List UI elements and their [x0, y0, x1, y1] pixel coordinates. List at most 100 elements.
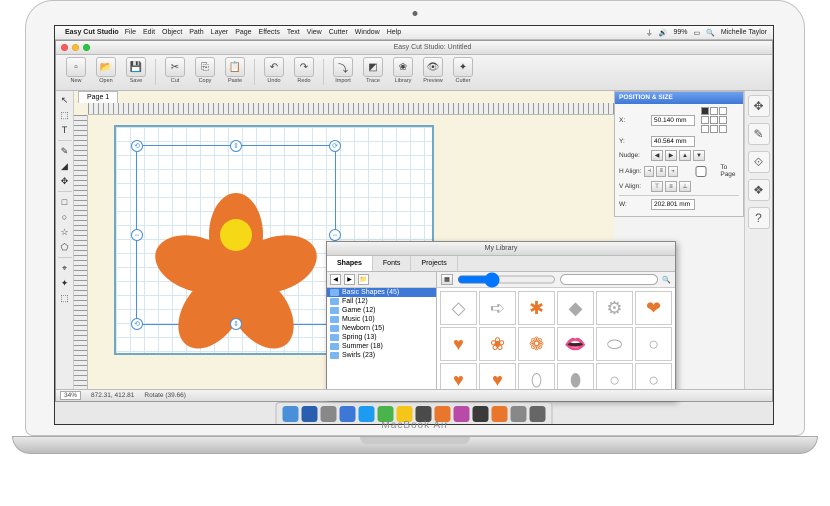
tool-11[interactable]: ⬠: [58, 240, 72, 254]
lib-folder[interactable]: Spring (13): [327, 333, 436, 342]
battery-icon[interactable]: ▭: [693, 29, 700, 37]
lib-newfolder-button[interactable]: 📁: [358, 274, 369, 285]
y-input[interactable]: [651, 136, 695, 147]
dock-app-10[interactable]: [473, 406, 489, 422]
halign-center-button[interactable]: ≡: [656, 166, 666, 177]
lib-shape[interactable]: ♥: [440, 327, 477, 361]
handle-rotate-tl[interactable]: ⟲: [131, 140, 143, 152]
lib-folder[interactable]: Basic Shapes (45): [327, 288, 436, 297]
menu-edit[interactable]: Edit: [143, 29, 155, 36]
menu-help[interactable]: Help: [387, 29, 401, 36]
lib-shape[interactable]: ⚙: [596, 291, 633, 325]
menu-window[interactable]: Window: [355, 29, 380, 36]
zoom-level[interactable]: 34%: [60, 391, 81, 400]
menu-page[interactable]: Page: [235, 29, 251, 36]
lib-shape[interactable]: ⬭: [596, 327, 633, 361]
halign-left-button[interactable]: ⫞: [644, 166, 654, 177]
undo-button[interactable]: ↶Undo: [260, 57, 288, 84]
rightdock-4[interactable]: ?: [748, 207, 770, 229]
copy-button[interactable]: ⎘Copy: [191, 57, 219, 84]
lib-shape[interactable]: ✱: [518, 291, 555, 325]
halign-right-button[interactable]: ⫟: [668, 166, 678, 177]
x-input[interactable]: [651, 115, 695, 126]
menubar-user[interactable]: Michelle Taylor: [721, 29, 767, 36]
menu-effects[interactable]: Effects: [259, 29, 280, 36]
menu-object[interactable]: Object: [162, 29, 182, 36]
tool-2[interactable]: T: [58, 123, 72, 137]
dock-app-9[interactable]: [454, 406, 470, 422]
library-button[interactable]: ❀Library: [389, 57, 417, 84]
rightdock-2[interactable]: ⟐: [748, 151, 770, 173]
anchor-grid[interactable]: [701, 107, 727, 133]
cut-button[interactable]: ✂Cut: [161, 57, 189, 84]
rightdock-1[interactable]: ✎: [748, 123, 770, 145]
cutter-button[interactable]: ✦Cutter: [449, 57, 477, 84]
dock-app-0[interactable]: [283, 406, 299, 422]
menu-view[interactable]: View: [307, 29, 322, 36]
lib-shape[interactable]: 👄: [557, 327, 594, 361]
save-button[interactable]: 💾Save: [122, 57, 150, 84]
tool-0[interactable]: ↖: [58, 93, 72, 107]
tool-5[interactable]: ◢: [58, 159, 72, 173]
menu-text[interactable]: Text: [287, 29, 300, 36]
rightdock-3[interactable]: ❖: [748, 179, 770, 201]
tool-1[interactable]: ⬚: [58, 108, 72, 122]
tool-4[interactable]: ✎: [58, 144, 72, 158]
library-dialog[interactable]: My Library ShapesFontsProjects ◀ ▶ 📁 Bas…: [326, 241, 676, 401]
tool-6[interactable]: ✥: [58, 174, 72, 188]
w-input[interactable]: [651, 199, 695, 210]
rightdock-0[interactable]: ✥: [748, 95, 770, 117]
nudge-left-button[interactable]: ◀: [651, 150, 663, 161]
search-icon[interactable]: 🔍: [706, 29, 715, 37]
tool-15[interactable]: ⬚: [58, 291, 72, 305]
lib-folder[interactable]: Game (12): [327, 306, 436, 315]
lib-shape[interactable]: ◆: [557, 291, 594, 325]
lib-view-button[interactable]: ▦: [441, 274, 453, 285]
tool-9[interactable]: ○: [58, 210, 72, 224]
menu-layer[interactable]: Layer: [211, 29, 229, 36]
menu-file[interactable]: File: [125, 29, 136, 36]
trace-button[interactable]: ◩Trace: [359, 57, 387, 84]
handle-top[interactable]: ⇕: [230, 140, 242, 152]
handle-rotate-tr[interactable]: ⟳: [329, 140, 341, 152]
tool-14[interactable]: ✦: [58, 276, 72, 290]
redo-button[interactable]: ↷Redo: [290, 57, 318, 84]
nudge-up-button[interactable]: ▲: [679, 150, 691, 161]
lib-tab-projects[interactable]: Projects: [411, 256, 457, 271]
lib-shape[interactable]: ◇: [440, 291, 477, 325]
new-button[interactable]: ▫New: [62, 57, 90, 84]
lib-back-button[interactable]: ◀: [330, 274, 341, 285]
volume-icon[interactable]: 🔊: [659, 29, 668, 37]
tool-13[interactable]: ⌖: [58, 261, 72, 275]
selection-box[interactable]: ⟲ ⟳ ⟲ ⤢ ⇕ ⇕ ⇔ ⇔: [136, 145, 336, 325]
preview-button[interactable]: 👁Preview: [419, 57, 447, 84]
menu-cutter[interactable]: Cutter: [329, 29, 348, 36]
open-button[interactable]: 📂Open: [92, 57, 120, 84]
paste-button[interactable]: 📋Paste: [221, 57, 249, 84]
nudge-right-button[interactable]: ▶: [665, 150, 677, 161]
handle-rotate-bl[interactable]: ⟲: [131, 318, 143, 330]
page-tab[interactable]: Page 1: [78, 91, 118, 103]
lib-shape[interactable]: ❀: [479, 327, 516, 361]
lib-tab-fonts[interactable]: Fonts: [373, 256, 412, 271]
menubar-app-name[interactable]: Easy Cut Studio: [65, 29, 119, 36]
lib-folder[interactable]: Music (10): [327, 315, 436, 324]
handle-left[interactable]: ⇔: [131, 229, 143, 241]
lib-fwd-button[interactable]: ▶: [344, 274, 355, 285]
valign-middle-button[interactable]: ≡: [665, 181, 677, 192]
tool-8[interactable]: □: [58, 195, 72, 209]
lib-shape[interactable]: ○: [635, 327, 672, 361]
lib-search-input[interactable]: [560, 274, 659, 285]
valign-bottom-button[interactable]: ⊥: [679, 181, 691, 192]
dock-app-2[interactable]: [321, 406, 337, 422]
dock-app-12[interactable]: [511, 406, 527, 422]
close-button[interactable]: [61, 44, 68, 51]
zoom-button[interactable]: [83, 44, 90, 51]
dock-app-4[interactable]: [359, 406, 375, 422]
menu-path[interactable]: Path: [189, 29, 203, 36]
valign-top-button[interactable]: ⊤: [651, 181, 663, 192]
handle-bottom[interactable]: ⇕: [230, 318, 242, 330]
import-button[interactable]: ⤵Import: [329, 57, 357, 84]
handle-right[interactable]: ⇔: [329, 229, 341, 241]
dock-app-1[interactable]: [302, 406, 318, 422]
